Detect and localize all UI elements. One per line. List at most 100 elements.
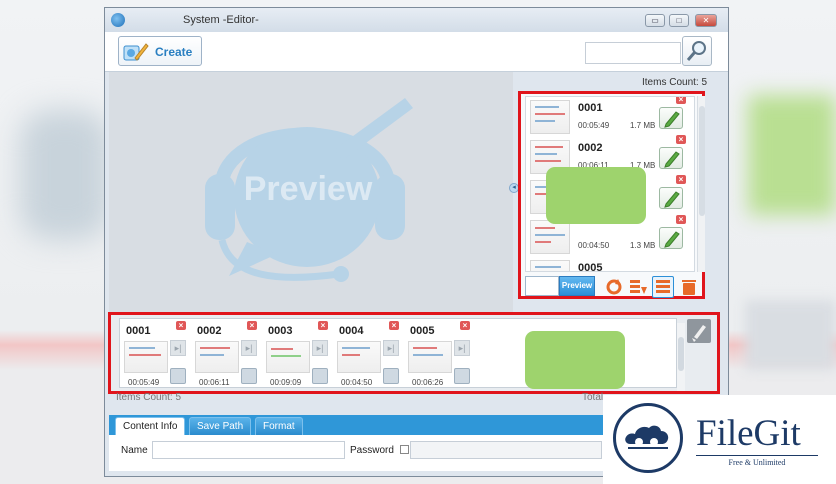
item-size: 1.3 MB [630,241,656,250]
tag-icon[interactable] [454,368,470,384]
properties-panel: Content Info Save Path Format Name Passw… [109,415,604,471]
list-scrollbar[interactable] [697,96,705,272]
timeline-items-count: Items Count: 5 [116,392,182,400]
close-button[interactable]: ✕ [695,14,717,27]
edit-button[interactable] [659,187,683,209]
edit-button[interactable] [659,107,683,129]
items-count-value: 5 [701,77,708,88]
preview-toggle[interactable]: Preview [559,276,595,296]
logo-name: FileGit [696,413,801,454]
remove-item-button[interactable]: × [676,135,686,144]
timeline-total: Total [582,392,604,400]
remove-timeline-item-button[interactable]: × [318,321,328,330]
blurred-background-shape [745,300,836,370]
search-input[interactable] [585,42,681,64]
remove-item-button[interactable]: × [676,97,686,104]
tag-icon[interactable] [241,368,257,384]
remove-timeline-item-button[interactable]: × [176,321,186,330]
next-frame-button[interactable]: ▸| [312,340,328,356]
blurred-background-shape [20,110,110,240]
maximize-button[interactable]: □ [669,14,689,27]
timeline-item[interactable]: 0001 × ▸| 00:05:49 [122,321,190,387]
timeline-scrollbar[interactable] [677,323,685,391]
scrollbar-thumb[interactable] [699,106,705,216]
window-title: System -Editor- [183,14,259,26]
timeline-thumbnail [337,341,381,373]
tag-icon[interactable] [312,368,328,384]
sort-down-button[interactable] [627,276,649,298]
timeline-thumbnail [195,341,239,373]
pencil-icon [664,111,680,128]
preview-toggle-off[interactable] [525,276,559,296]
tag-icon[interactable] [170,368,186,384]
timeline-thumbnail [124,341,168,373]
preview-watermark: Preview [243,170,373,208]
timeline-strip: 0001 × ▸| 00:05:49 0002 × ▸| 00:06:11 00… [108,312,720,394]
clear-button[interactable] [687,319,711,343]
edit-button[interactable] [659,147,683,169]
items-count: Items Count: 5 [642,77,707,88]
remove-item-button[interactable]: × [676,215,686,224]
remove-timeline-item-button[interactable]: × [389,321,399,330]
search-button[interactable] [682,36,712,66]
refresh-button[interactable] [603,276,625,298]
remove-item-button[interactable]: × [676,175,686,184]
name-label: Name [121,445,148,456]
timeline-item[interactable]: 0005 × ▸| 00:06:26 [406,321,474,387]
item-thumbnail [530,100,570,134]
password-checkbox[interactable] [400,445,409,454]
scrollbar-thumb[interactable] [678,337,684,371]
tag-icon[interactable] [383,368,399,384]
tab-save-path[interactable]: Save Path [189,417,252,435]
timeline-item-number: 0002 [197,325,222,337]
trash-icon [682,280,696,295]
tab-format[interactable]: Format [255,417,303,435]
list-item[interactable]: 0001 00:05:49 1.7 MB × [526,97,694,137]
timeline-item-number: 0005 [410,325,435,337]
create-pencil-icon [123,43,149,61]
password-field[interactable] [410,441,602,459]
app-icon [111,13,125,27]
timeline-item[interactable]: 0002 × ▸| 00:06:11 [193,321,261,387]
timeline-thumbnail [266,341,310,373]
timeline-item-number: 0001 [126,325,151,337]
timeline-item-number: 0004 [339,325,364,337]
create-label: Create [155,45,193,59]
timeline-item-number: 0003 [268,325,293,337]
remove-timeline-item-button[interactable]: × [247,321,257,330]
timeline-item[interactable]: 0004 × ▸| 00:04:50 [335,321,403,387]
timeline-item-duration: 00:06:11 [199,378,230,387]
sort-list-button[interactable] [652,276,674,298]
sort-down-icon [630,280,647,294]
item-size: 1.7 MB [630,121,656,130]
sort-list-icon [656,280,670,293]
edit-button[interactable] [659,227,683,249]
list-controls: Preview [523,274,703,298]
green-overlay-box [546,167,646,224]
timeline-item-duration: 00:05:49 [128,378,160,387]
next-frame-button[interactable]: ▸| [383,340,399,356]
password-label: Password [350,445,394,456]
logo-emblem [613,403,683,473]
timeline-thumbnail [408,341,452,373]
create-button[interactable]: Create [118,36,202,66]
timeline-item[interactable]: 0003 × ▸| 00:09:09 [264,321,332,387]
next-frame-button[interactable]: ▸| [454,340,470,356]
next-frame-button[interactable]: ▸| [170,340,186,356]
item-duration: 00:04:50 [578,241,610,250]
cloud-lock-icon [625,425,669,449]
list-item[interactable]: 0005 [526,257,694,272]
magnifier-icon [686,41,706,61]
logo-tagline: Free & Unlimited [696,455,818,467]
remove-timeline-item-button[interactable]: × [460,321,470,330]
next-frame-button[interactable]: ▸| [241,340,257,356]
filegit-logo: FileGit Free & Unlimited [603,395,836,484]
item-number: 0005 [578,262,603,272]
brush-icon [692,325,706,342]
tab-content-info[interactable]: Content Info [115,417,186,435]
minimize-button[interactable]: ▭ [645,14,665,27]
name-field[interactable] [152,441,345,459]
title-bar: System -Editor- ▭ □ ✕ [105,8,728,32]
item-duration: 00:05:49 [578,121,610,130]
delete-button[interactable] [678,276,700,298]
